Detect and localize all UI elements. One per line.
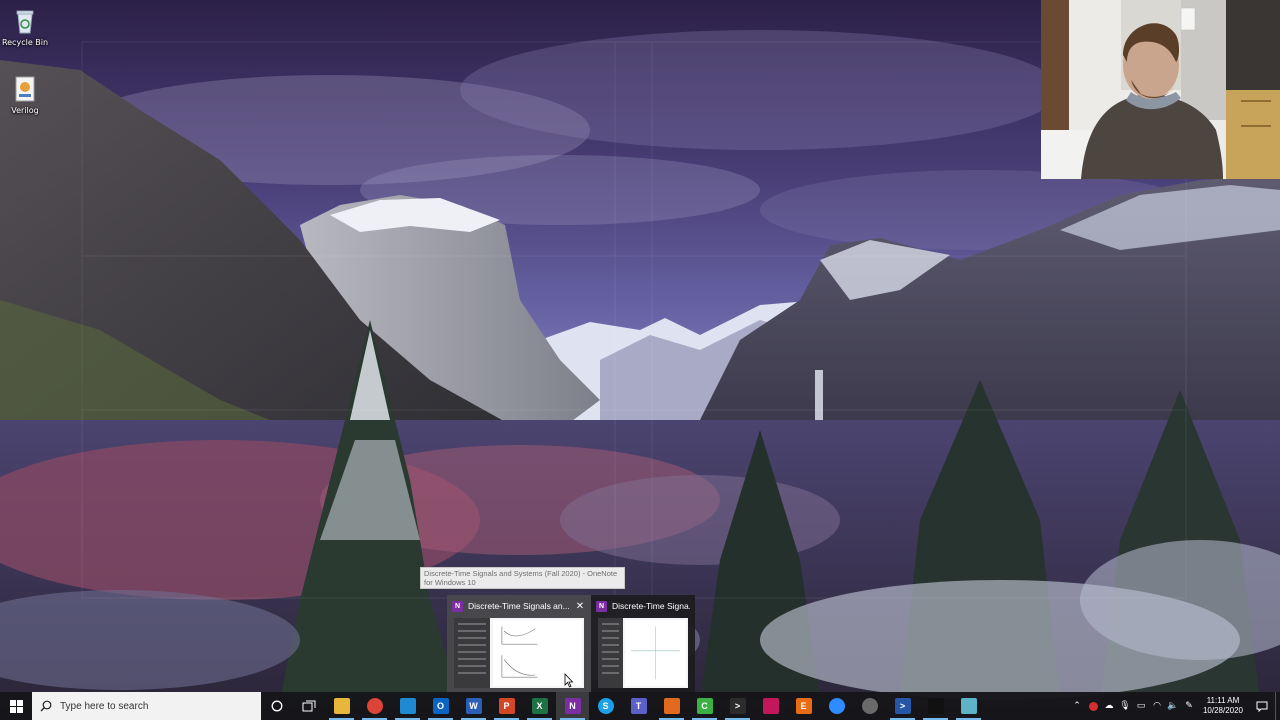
taskbar-app-matlab[interactable] (655, 692, 688, 720)
matlab-icon (663, 698, 680, 714)
wifi-icon[interactable]: ◠ (1149, 692, 1165, 720)
show-desktop-button[interactable] (1275, 692, 1280, 720)
taskbar-app-word[interactable]: W (457, 692, 490, 720)
taskbar-app-zoom[interactable] (820, 692, 853, 720)
excel-icon: X (531, 698, 548, 714)
recycle-bin-label: Recycle Bin (1, 38, 49, 47)
recycle-bin-icon (16, 10, 34, 34)
windows-logo-icon (9, 699, 23, 713)
taskbar-tooltip: Discrete-Time Signals and Systems (Fall … (420, 567, 625, 589)
network-icon[interactable]: ▭ (1133, 692, 1149, 720)
onedrive-cloud-icon[interactable]: ☁ (1101, 692, 1117, 720)
taskbar-clock[interactable]: 11:11 AM 10/28/2020 (1197, 696, 1249, 716)
taskbar-app-powershell[interactable]: > (886, 692, 919, 720)
terminal-icon: > (729, 698, 746, 714)
camtasia-icon: C (696, 698, 713, 714)
desktop-icon-verilog[interactable]: Verilog (0, 74, 55, 116)
taskbar-app-notepad[interactable] (952, 692, 985, 720)
vs-code-icon (399, 698, 416, 714)
zoom-icon (828, 698, 845, 714)
chrome-icon (366, 698, 383, 714)
outlook-icon: O (432, 698, 449, 714)
taskbar-app-powerpoint[interactable]: P (490, 692, 523, 720)
search-icon (40, 700, 52, 712)
mouse-cursor-icon (564, 673, 574, 688)
file-explorer-icon (333, 698, 350, 714)
system-tray: ⌃ ☁ 🎙 ▭ ◠ 🔈 ✎ 11:11 AM 10/28/2020 (1069, 692, 1280, 720)
thumbnail-title: Discrete-Time Signa... (612, 601, 690, 611)
show-hidden-icons-chevron-icon[interactable]: ⌃ (1069, 692, 1085, 720)
clock-time: 11:11 AM (1206, 696, 1240, 705)
onenote-icon: N (596, 600, 607, 612)
taskbar-app-onenote[interactable]: N (556, 692, 589, 720)
taskbar-app-vs-code[interactable] (391, 692, 424, 720)
desktop-icon-recycle-bin[interactable]: Recycle Bin (0, 6, 55, 48)
taskbar: Type here to search O W P X N S T C > E > ⌃ ☁ 🎙 ▭ … (0, 692, 1280, 720)
taskbar-app-camtasia[interactable]: C (688, 692, 721, 720)
taskbar-app-chrome[interactable] (358, 692, 391, 720)
start-button[interactable] (0, 692, 32, 720)
thumbnail-title: Discrete-Time Signals an... (468, 601, 569, 611)
task-view-icon (302, 700, 316, 712)
skype-icon: S (597, 698, 614, 714)
cortana-circle-icon (271, 700, 283, 712)
cortana-button[interactable] (261, 692, 293, 720)
webcam-overlay (1041, 0, 1280, 179)
taskbar-app-outlook[interactable]: O (424, 692, 457, 720)
task-view-button[interactable] (293, 692, 325, 720)
search-placeholder: Type here to search (60, 700, 149, 712)
command-prompt-icon (927, 698, 944, 714)
teams-icon: T (630, 698, 647, 714)
taskbar-app-skype[interactable]: S (589, 692, 622, 720)
notepad-icon (960, 698, 977, 714)
thumbnail-close-button[interactable]: ✕ (574, 601, 586, 612)
pen-icon[interactable]: ✎ (1181, 692, 1197, 720)
taskbar-app-excel[interactable]: X (523, 692, 556, 720)
snip-tool-icon (762, 698, 779, 714)
taskbar-search-box[interactable]: Type here to search (32, 692, 261, 720)
taskbar-app-teams[interactable]: T (622, 692, 655, 720)
antivirus-icon[interactable] (1085, 692, 1101, 720)
word-icon: W (465, 698, 482, 714)
window-thumbnail-2[interactable]: N Discrete-Time Signa... (591, 595, 695, 692)
taskbar-app-network-tool[interactable] (853, 692, 886, 720)
microphone-icon[interactable]: 🎙 (1117, 692, 1133, 720)
powershell-icon: > (894, 698, 911, 714)
onenote-icon: N (452, 600, 463, 612)
verilog-label: Verilog (11, 106, 39, 115)
thumbnail-preview-image (598, 618, 688, 688)
epic-games-icon: E (795, 698, 812, 714)
taskbar-app-terminal[interactable]: > (721, 692, 754, 720)
taskbar-app-file-explorer[interactable] (325, 692, 358, 720)
network-tool-icon (861, 698, 878, 714)
action-center-button[interactable] (1249, 692, 1275, 720)
volume-icon[interactable]: 🔈 (1165, 692, 1181, 720)
taskbar-app-command-prompt[interactable] (919, 692, 952, 720)
clock-date: 10/28/2020 (1202, 706, 1244, 715)
verilog-icon (15, 76, 35, 102)
taskbar-app-epic-games[interactable]: E (787, 692, 820, 720)
powerpoint-icon: P (498, 698, 515, 714)
notification-icon (1256, 701, 1268, 712)
onenote-icon: N (564, 698, 581, 714)
taskbar-app-snip-tool[interactable] (754, 692, 787, 720)
pinned-apps: O W P X N S T C > E > (325, 692, 985, 720)
